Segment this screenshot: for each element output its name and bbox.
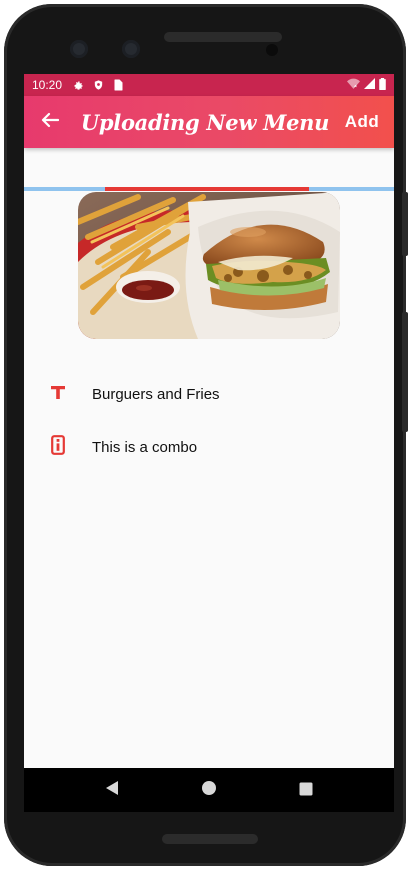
sim-card-icon <box>112 79 124 91</box>
status-bar: 10:20 <box>24 74 394 96</box>
front-camera-icon <box>122 40 140 58</box>
phone-frame: 10:20 Uploading New Menu Add Burguers an… <box>4 4 408 866</box>
recents-square-icon <box>299 781 313 800</box>
nav-home-button[interactable] <box>189 770 229 810</box>
wifi-icon <box>347 78 360 92</box>
back-triangle-icon <box>105 780 119 800</box>
back-button[interactable] <box>24 96 76 148</box>
menu-item-image[interactable] <box>78 192 340 339</box>
battery-icon <box>379 77 386 93</box>
menu-name-value: Burguers and Fries <box>92 385 220 403</box>
app-bar: Uploading New Menu Add <box>24 96 394 148</box>
home-circle-icon <box>201 780 217 800</box>
volume-button[interactable] <box>402 312 408 432</box>
proximity-sensor <box>266 44 278 56</box>
nav-recents-button[interactable] <box>286 770 326 810</box>
menu-description-value: This is a combo <box>92 438 198 456</box>
status-time: 10:20 <box>32 78 63 92</box>
menu-description-field[interactable]: This is a combo <box>24 425 394 469</box>
shield-icon <box>92 79 104 91</box>
info-icon <box>51 435 65 459</box>
page-title: Uploading New Menu <box>80 109 330 135</box>
gear-icon <box>72 79 84 91</box>
system-nav-bar <box>24 768 394 812</box>
app-screen: 10:20 Uploading New Menu Add Burguers an… <box>24 74 394 812</box>
add-button[interactable]: Add <box>334 112 390 132</box>
arrow-left-icon <box>41 112 60 132</box>
menu-name-field[interactable]: Burguers and Fries <box>24 372 394 416</box>
signal-icon <box>364 78 375 92</box>
top-speaker <box>164 32 282 42</box>
bottom-speaker <box>162 834 258 844</box>
nav-back-button[interactable] <box>92 770 132 810</box>
power-button[interactable] <box>402 192 408 256</box>
burger-and-fries-image <box>78 192 340 339</box>
front-camera-icon <box>70 40 88 58</box>
upload-progress-fill <box>105 187 309 191</box>
title-text-icon <box>50 384 66 404</box>
